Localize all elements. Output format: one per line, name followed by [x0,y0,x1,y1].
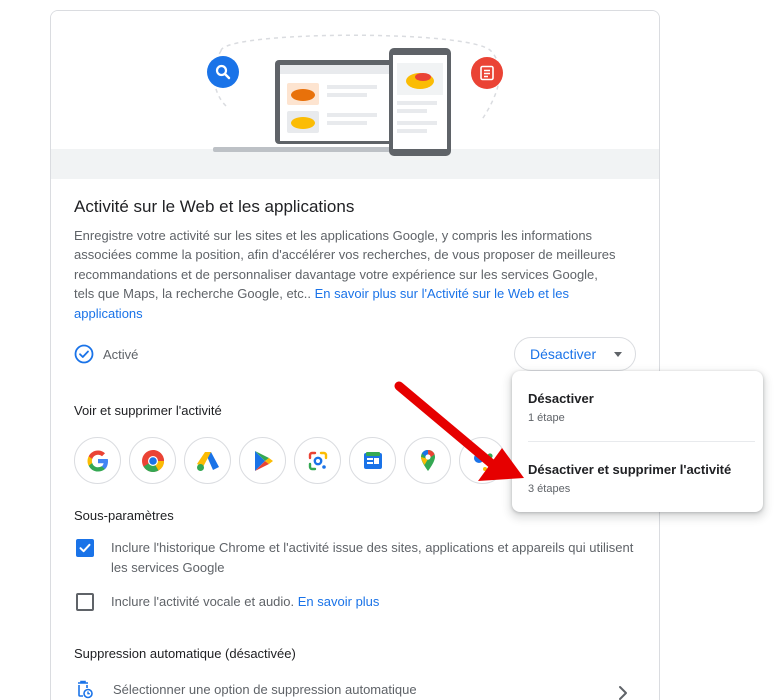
status-indicator: Activé [74,344,138,364]
menu-item-disable-delete-label: Désactiver et supprimer l'activité [528,462,732,477]
devices-illustration [213,34,501,156]
voice-learn-more-link[interactable]: En savoir plus [298,594,380,609]
voice-audio-text: Inclure l'activité vocale et audio. En s… [111,592,641,612]
ads-icon[interactable] [184,437,231,484]
document-icon [471,57,503,89]
trash-clock-icon [78,680,93,699]
chrome-history-label: Inclure l'historique Chrome et l'activit… [111,540,634,575]
menu-item-disable-label: Désactiver [528,391,594,406]
lens-icon[interactable] [294,437,341,484]
menu-item-disable[interactable]: Désactiver 1 étape [528,391,594,424]
app-icons-row [74,437,506,484]
chrome-icon[interactable] [129,437,176,484]
chevron-right-icon[interactable] [617,685,629,700]
auto-delete-heading: Suppression automatique (désactivée) [74,646,296,661]
search-icon [207,56,239,88]
assistant-icon[interactable] [459,437,506,484]
status-label: Activé [103,346,139,362]
menu-item-disable-steps: 1 étape [528,412,565,424]
menu-item-disable-delete-steps: 3 étapes [528,483,571,495]
page-title: Activité sur le Web et les applications [74,197,355,216]
activity-card: Activité sur le Web et les applications … [50,10,660,700]
chrome-history-checkbox[interactable] [76,539,94,557]
view-delete-heading: Voir et supprimer l'activité [74,403,222,418]
activity-description: Enregistre votre activité sur les sites … [74,226,619,323]
play-icon[interactable] [239,437,286,484]
disable-dropdown-button[interactable]: Désactiver [514,337,636,371]
hero-illustration [51,11,659,179]
disable-button-label: Désactiver [530,346,597,362]
disable-menu: Désactiver 1 étape Désactiver et supprim… [512,371,763,512]
voice-audio-label: Inclure l'activité vocale et audio. [111,594,295,609]
auto-delete-option-row[interactable]: Sélectionner une option de suppression a… [74,679,417,699]
menu-item-disable-and-delete[interactable]: Désactiver et supprimer l'activité 3 éta… [528,462,731,495]
sub-setting-chrome-history: Inclure l'historique Chrome et l'activit… [76,538,641,577]
voice-audio-checkbox[interactable] [76,593,94,611]
menu-divider [528,441,755,442]
news-icon[interactable] [349,437,396,484]
check-circle-icon [74,344,94,364]
caret-down-icon [614,352,622,357]
sub-settings-heading: Sous-paramètres [74,508,174,523]
maps-icon[interactable] [404,437,451,484]
auto-delete-option-label: Sélectionner une option de suppression a… [113,681,417,697]
google-icon[interactable] [74,437,121,484]
sub-setting-voice-audio: Inclure l'activité vocale et audio. En s… [76,592,641,612]
